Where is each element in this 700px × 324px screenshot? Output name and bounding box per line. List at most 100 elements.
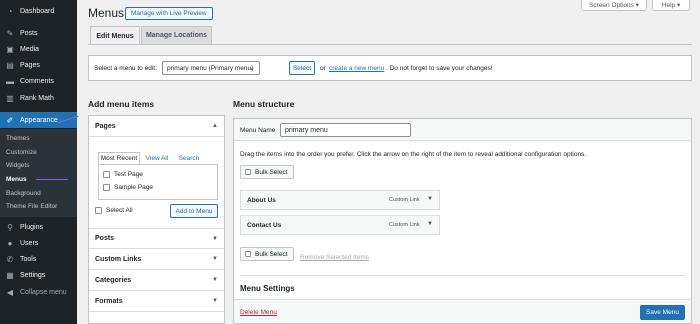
pages-section-header[interactable]: Pages ▲ [89, 116, 224, 137]
section-label: Categories [95, 276, 132, 284]
menu-item-type: Custom Link [389, 222, 420, 228]
dashboard-icon: ◔ [7, 6, 13, 16]
remove-selected-items-link[interactable]: Remove Selected Items [300, 254, 369, 261]
sidebar-item-plugins[interactable]: ⚲ Plugins [0, 219, 77, 235]
page-title: Menus [88, 6, 125, 20]
chart-icon: ▥ [6, 93, 14, 103]
add-menu-items-heading: Add menu items [88, 99, 155, 109]
page-label: Sample Page [114, 184, 154, 191]
sidebar-item-media[interactable]: ▣ Media [0, 41, 77, 57]
menu-structure-panel: Menu Name primary menu Drag the items in… [233, 118, 692, 324]
collapse-icon: ◀ [6, 287, 14, 297]
menu-dropdown[interactable]: primary menu (Primary menu) ⌄ [162, 61, 260, 75]
checkbox-icon [245, 251, 251, 257]
page-icon: ▤ [6, 60, 14, 70]
sidebar-item-label: Collapse menu [20, 288, 67, 296]
or-text: or [320, 65, 326, 72]
menu-settings-heading: Menu Settings [240, 284, 295, 293]
section-label: Formats [95, 297, 123, 305]
sidebar-item-label: Settings [20, 271, 46, 279]
expand-arrow-icon[interactable]: ▼ [427, 196, 433, 202]
menu-item-about-us[interactable]: About Us Custom Link ▼ [240, 190, 440, 210]
divider [240, 275, 685, 276]
add-menu-items-panel: Pages ▲ Most Recent View All Search Test … [88, 115, 225, 324]
bulk-select-button[interactable]: Bulk Select [240, 247, 294, 261]
tab-most-recent[interactable]: Most Recent [98, 152, 140, 164]
sidebar-collapse-menu[interactable]: ◀ Collapse menu [0, 284, 77, 300]
screen-options-button[interactable]: Screen Options ▾ [581, 0, 647, 11]
help-button[interactable]: Help ▾ [652, 0, 690, 11]
bulk-select-label: Bulk Select [255, 250, 288, 258]
bulk-select-button[interactable]: Bulk Select [240, 165, 294, 179]
checkbox-icon [245, 169, 251, 175]
page-checkbox[interactable] [103, 184, 110, 191]
plugin-icon: ⚲ [7, 222, 13, 232]
sidebar-item-pages[interactable]: ▤ Pages [0, 57, 77, 73]
tab-manage-locations[interactable]: Manage Locations [141, 26, 212, 44]
sidebar-item-tools[interactable]: ✆ Tools [0, 251, 77, 267]
save-menu-button[interactable]: Save Menu [640, 305, 685, 320]
section-label: Posts [95, 235, 115, 242]
tab-view-all[interactable]: View All [142, 152, 172, 164]
formats-section-header[interactable]: Formats ▼ [89, 291, 224, 312]
sidebar-item-users[interactable]: ● Users [0, 235, 77, 251]
menu-dropdown-value: primary menu (Primary menu) [167, 64, 254, 72]
create-new-menu-link[interactable]: create a new menu [329, 65, 384, 72]
categories-section-header[interactable]: Categories ▼ [89, 270, 224, 291]
admin-sidebar: ◔ Dashboard ✎ Posts ▣ Media ▤ Pages ▬ Comment… [0, 0, 77, 324]
sidebar-item-rank-math[interactable]: ▥ Rank Math [0, 90, 77, 106]
add-to-menu-button[interactable]: Add to Menu [170, 204, 218, 218]
menu-item-title: Contact Us [247, 222, 282, 229]
sidebar-item-label: Users [20, 239, 39, 247]
select-all-checkbox[interactable] [95, 207, 102, 214]
page-label: Test Page [114, 171, 143, 178]
menu-select-bar: Select a menu to edit: primary menu (Pri… [88, 55, 692, 81]
submenu-background[interactable]: Background [6, 190, 41, 197]
chevron-down-icon: ⌄ [249, 65, 255, 72]
sidebar-item-label: Comments [20, 77, 54, 85]
sidebar-item-label: Tools [20, 255, 37, 263]
section-label: Custom Links [95, 255, 142, 263]
media-icon: ▣ [6, 44, 14, 54]
submenu-customize[interactable]: Customize [6, 149, 37, 156]
save-reminder-text: . Do not forget to save your changes! [386, 65, 493, 72]
live-preview-button[interactable]: Manage with Live Preview [125, 7, 213, 20]
expand-arrow-icon[interactable]: ▼ [427, 221, 433, 227]
delete-menu-link[interactable]: Delete Menu [240, 309, 277, 316]
menu-item-type: Custom Link [389, 197, 420, 203]
menu-name-label: Menu Name [240, 127, 276, 134]
pages-checklist: Test Page Sample Page [98, 164, 218, 200]
sidebar-item-label: Rank Math [20, 94, 54, 102]
chevron-down-icon: ▼ [212, 298, 218, 304]
chevron-down-icon: ▼ [212, 256, 218, 262]
submenu-themes[interactable]: Themes [6, 135, 29, 142]
select-button[interactable]: Select [289, 61, 315, 75]
menu-name-bar: Menu Name primary menu [234, 119, 691, 141]
section-label: Pages [95, 122, 116, 130]
sidebar-item-dashboard[interactable]: ◔ Dashboard [0, 3, 77, 19]
posts-section-header[interactable]: Posts ▼ [89, 228, 224, 249]
sidebar-item-settings[interactable]: ▦ Settings [0, 267, 77, 283]
tab-edit-menus[interactable]: Edit Menus [90, 26, 140, 45]
menu-item-contact-us[interactable]: Contact Us Custom Link ▼ [240, 215, 440, 235]
submenu-menus[interactable]: Menus [6, 176, 27, 183]
users-icon: ● [7, 238, 13, 248]
tab-search[interactable]: Search [175, 152, 203, 164]
page-checkbox[interactable] [103, 171, 110, 178]
submenu-widgets[interactable]: Widgets [6, 162, 29, 169]
sidebar-item-comments[interactable]: ▬ Comments [0, 73, 77, 89]
select-menu-label: Select a menu to edit: [94, 65, 157, 72]
brush-icon: ✐ [6, 115, 14, 125]
sidebar-item-label: Dashboard [20, 7, 55, 15]
submenu-theme-file-editor[interactable]: Theme File Editor [6, 203, 57, 210]
annotation-arrow [36, 179, 68, 180]
menu-name-field[interactable]: primary menu [280, 123, 411, 137]
tab-divider [88, 44, 692, 45]
drag-instructions: Drag the items into the order you prefer… [240, 151, 587, 158]
pin-icon: ✎ [6, 28, 14, 38]
bulk-select-label: Bulk Select [255, 168, 288, 176]
custom-links-section-header[interactable]: Custom Links ▼ [89, 249, 224, 270]
sidebar-item-posts[interactable]: ✎ Posts [0, 25, 77, 41]
select-all-label: Select All [106, 207, 133, 214]
sidebar-item-label: Media [20, 45, 40, 53]
